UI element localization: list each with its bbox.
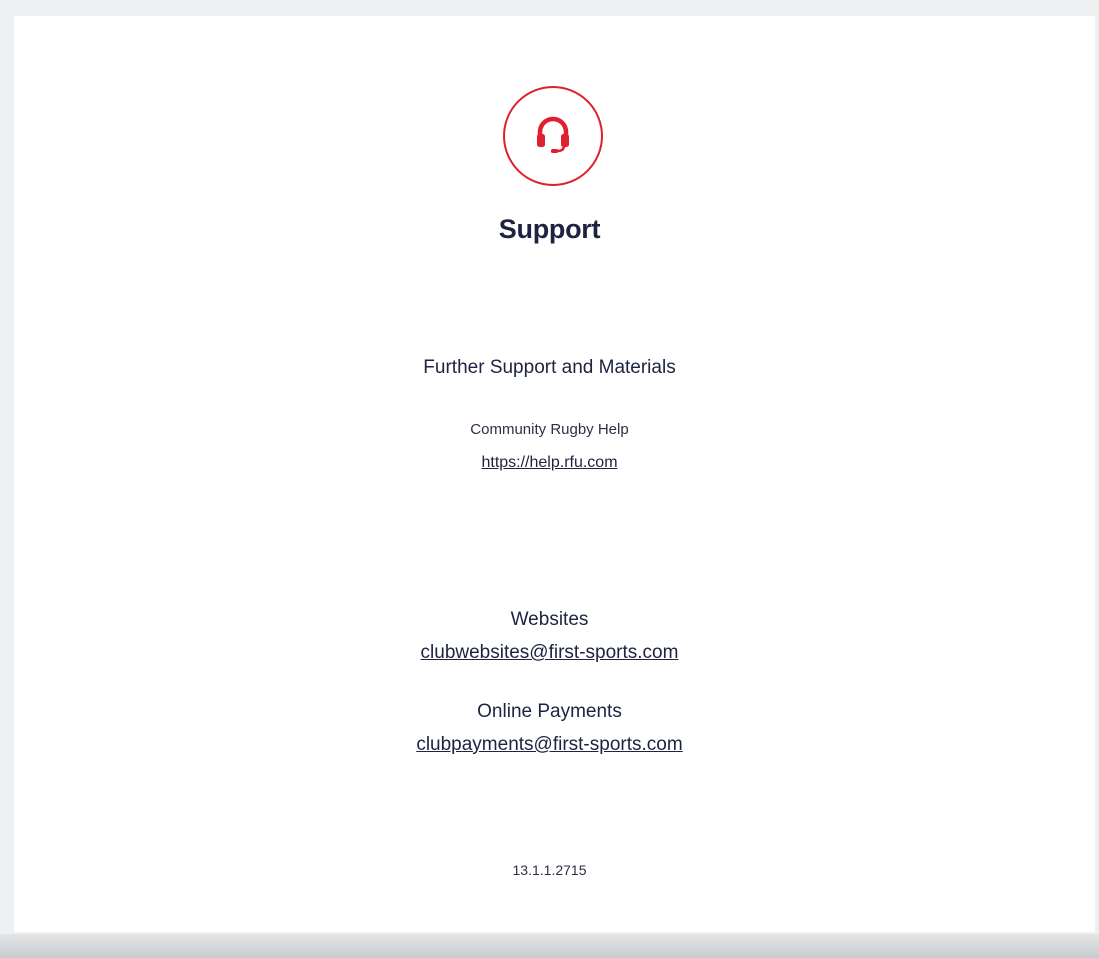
page-title: Support bbox=[498, 214, 601, 244]
bottom-scroll-edge bbox=[0, 934, 1099, 958]
websites-label: Websites bbox=[510, 609, 589, 630]
headset-icon bbox=[533, 114, 573, 159]
help-link-row: https://help.rfu.com bbox=[0, 454, 1099, 472]
materials-heading: Further Support and Materials bbox=[423, 357, 676, 378]
version-label: 13.1.1.2715 bbox=[512, 862, 587, 878]
websites-email-link[interactable]: clubwebsites@first-sports.com bbox=[421, 642, 679, 663]
payments-label: Online Payments bbox=[477, 701, 622, 722]
support-icon-ring bbox=[503, 86, 603, 186]
help-link[interactable]: https://help.rfu.com bbox=[481, 454, 617, 471]
payments-email-link[interactable]: clubpayments@first-sports.com bbox=[416, 734, 682, 755]
help-label: Community Rugby Help bbox=[470, 421, 629, 438]
websites-email-row: clubwebsites@first-sports.com bbox=[0, 642, 1099, 664]
payments-email-row: clubpayments@first-sports.com bbox=[0, 734, 1099, 756]
